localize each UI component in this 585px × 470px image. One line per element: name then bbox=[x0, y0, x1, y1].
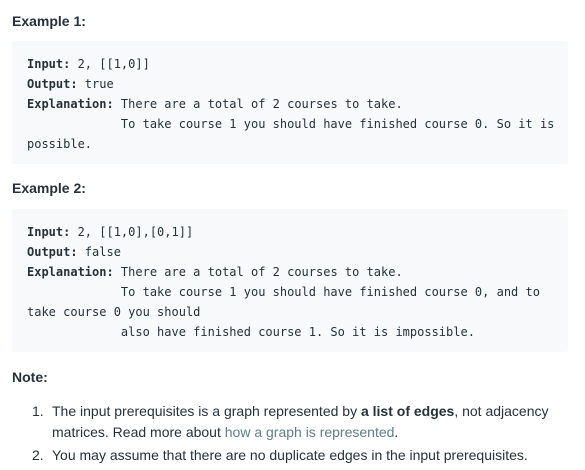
example-2-explanation-continuation: take course 0 you should bbox=[27, 305, 201, 319]
explanation-text: There are a total of 2 courses to take. bbox=[113, 97, 403, 111]
note-item-bold-text: a list of edges bbox=[360, 403, 455, 419]
example-2-explanation-continuation: also have finished course 1. So it is im… bbox=[27, 325, 475, 339]
explanation-label: Explanation: bbox=[27, 97, 114, 111]
explanation-text: There are a total of 2 courses to take. bbox=[113, 265, 403, 279]
input-label: Input: bbox=[27, 57, 71, 71]
example-2-explanation-line: Explanation: There are a total of 2 cour… bbox=[27, 262, 568, 282]
example-2-input-line: Input: 2, [[1,0],[0,1]] bbox=[27, 222, 568, 242]
example-1-title: Example 1: bbox=[12, 13, 86, 29]
example-2-code-block: Input: 2, [[1,0],[0,1]] Output: false Ex… bbox=[12, 209, 568, 352]
example-1-explanation-continuation: possible. bbox=[27, 137, 93, 151]
note-item: 2. You may assume that there are no dupl… bbox=[32, 445, 577, 466]
example-1-input-line: Input: 2, [[1,0]] bbox=[27, 54, 568, 74]
example-1-output-line: Output: true bbox=[27, 74, 568, 94]
note-item-number: 1. bbox=[32, 403, 44, 419]
note-item-text: The input prerequisites is a graph repre… bbox=[52, 403, 361, 419]
note-item-number: 2. bbox=[32, 447, 44, 463]
note-item: 1. The input prerequisites is a graph re… bbox=[32, 401, 577, 443]
note-item-text: You may assume that there are no duplica… bbox=[52, 447, 528, 463]
example-1-explanation-line: Explanation: There are a total of 2 cour… bbox=[27, 94, 568, 114]
example-1-code-block: Input: 2, [[1,0]] Output: true Explanati… bbox=[12, 41, 568, 164]
output-label: Output: bbox=[27, 77, 78, 91]
input-label: Input: bbox=[27, 225, 71, 239]
example-2-explanation-continuation: To take course 1 you should have finishe… bbox=[27, 285, 540, 299]
output-label: Output: bbox=[27, 245, 78, 259]
example-2-output-line: Output: false bbox=[27, 242, 568, 262]
example-1-explanation-continuation: To take course 1 you should have finishe… bbox=[27, 117, 555, 131]
input-value: 2, [[1,0],[0,1]] bbox=[70, 225, 194, 239]
output-value: true bbox=[77, 77, 114, 91]
note-list: 1. The input prerequisites is a graph re… bbox=[32, 401, 577, 468]
note-item-text: . bbox=[394, 424, 399, 440]
note-title: Note: bbox=[12, 369, 48, 385]
example-2-title: Example 2: bbox=[12, 180, 86, 196]
output-value: false bbox=[77, 245, 121, 259]
input-value: 2, [[1,0]] bbox=[70, 57, 150, 71]
graph-representation-link[interactable]: how a graph is represented bbox=[225, 424, 395, 440]
explanation-label: Explanation: bbox=[27, 265, 114, 279]
